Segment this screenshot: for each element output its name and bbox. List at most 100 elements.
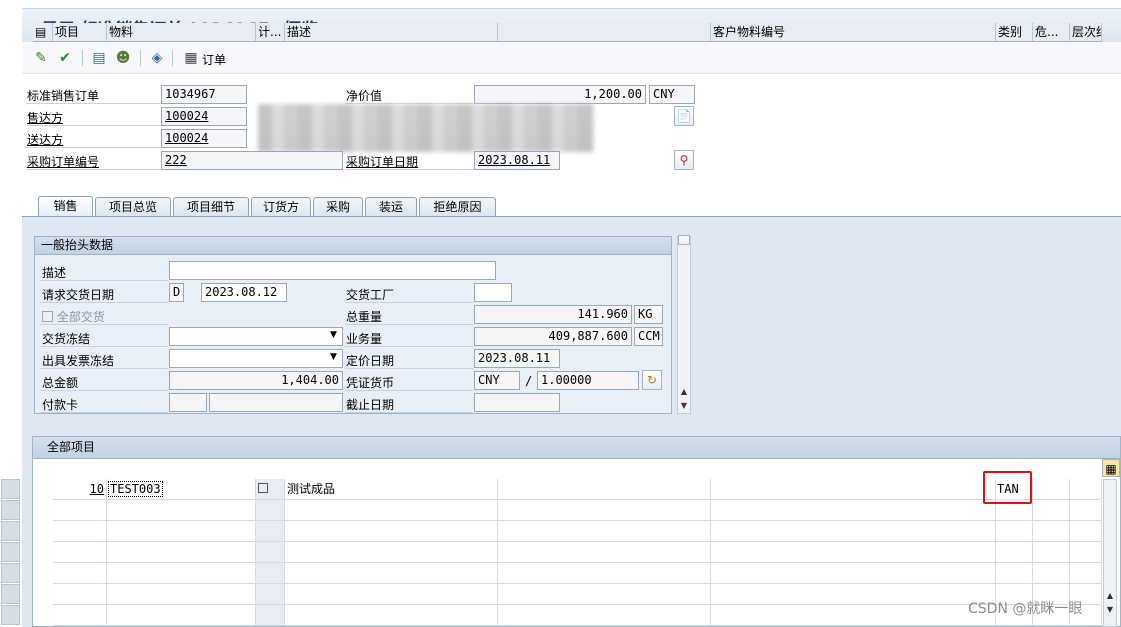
empty-cell[interactable]: [53, 542, 107, 563]
header-icon[interactable]: ▤: [90, 50, 108, 66]
group-settings-button[interactable]: [678, 235, 690, 245]
plan-cell[interactable]: [256, 479, 285, 500]
row-selector[interactable]: [1, 479, 20, 499]
empty-cell[interactable]: [498, 605, 711, 626]
partner-icon[interactable]: ☻: [114, 50, 132, 66]
payment-card-type-field[interactable]: [169, 393, 207, 412]
row-selector[interactable]: [1, 563, 20, 583]
ship-to-label[interactable]: 送达方: [27, 131, 63, 148]
empty-cell[interactable]: [107, 500, 256, 521]
empty-cell[interactable]: [107, 563, 256, 584]
row-selector[interactable]: [1, 584, 20, 604]
check-icon[interactable]: ✔: [56, 50, 74, 66]
full-delivery-checkbox-row[interactable]: 全部交货: [42, 308, 105, 325]
row-selector[interactable]: [1, 605, 20, 625]
empty-cell[interactable]: [53, 521, 107, 542]
column-plan[interactable]: 计...: [256, 23, 285, 42]
delivery-block-select[interactable]: [169, 327, 343, 346]
cutoff-date-field[interactable]: [474, 393, 560, 412]
column-hierarchy[interactable]: 层次结: [1070, 23, 1102, 42]
empty-cell[interactable]: [498, 521, 711, 542]
net-value-field[interactable]: 1,200.00: [474, 85, 646, 104]
empty-cell[interactable]: [53, 584, 107, 605]
description-field[interactable]: [169, 261, 496, 280]
scroll-up-icon[interactable]: ▲: [678, 386, 690, 398]
ship-to-field[interactable]: 100024: [161, 129, 247, 148]
po-number-field[interactable]: 222: [161, 151, 343, 170]
empty-cell[interactable]: [285, 521, 498, 542]
document-flow-icon[interactable]: ◈: [148, 50, 166, 66]
copy-icon[interactable]: [258, 483, 268, 493]
select-all-column[interactable]: ▤: [33, 23, 53, 42]
column-material[interactable]: 物料: [107, 23, 256, 42]
full-delivery-checkbox[interactable]: [42, 311, 53, 322]
column-blank[interactable]: [498, 23, 711, 42]
orders-button-label[interactable]: 订单: [202, 51, 226, 68]
exchange-rate-field[interactable]: 1.00000: [537, 371, 639, 390]
empty-cell[interactable]: [996, 521, 1033, 542]
gross-weight-field[interactable]: 141.960: [474, 305, 632, 324]
empty-cell[interactable]: [285, 584, 498, 605]
scroll-down-icon[interactable]: ▼: [1104, 604, 1116, 616]
tab-sales[interactable]: 销售: [38, 196, 93, 216]
empty-cell[interactable]: [53, 563, 107, 584]
empty-cell[interactable]: [256, 563, 285, 584]
chevron-down-icon[interactable]: ▼: [330, 352, 337, 362]
scroll-down-icon[interactable]: ▼: [678, 400, 690, 412]
empty-cell[interactable]: [256, 542, 285, 563]
material-value[interactable]: TEST003: [108, 481, 163, 497]
order-number-field[interactable]: 1034967: [161, 85, 247, 104]
currency-field[interactable]: CNY: [649, 85, 695, 104]
row-selector[interactable]: [1, 542, 20, 562]
empty-cell[interactable]: [1033, 542, 1070, 563]
empty-cell[interactable]: [285, 500, 498, 521]
hazard-cell[interactable]: [1033, 479, 1070, 500]
empty-cell[interactable]: [107, 542, 256, 563]
tab-item-detail[interactable]: 项目细节: [173, 197, 249, 216]
column-description[interactable]: 描述: [285, 23, 498, 42]
table-settings-icon[interactable]: ▦: [1102, 459, 1120, 477]
empty-cell[interactable]: [711, 542, 996, 563]
empty-cell[interactable]: [256, 584, 285, 605]
tab-procurement[interactable]: 采购: [313, 197, 363, 216]
empty-cell[interactable]: [996, 563, 1033, 584]
weight-unit-field[interactable]: KG: [634, 305, 663, 324]
display-change-icon[interactable]: ✎: [32, 50, 50, 66]
customer-material-cell[interactable]: [711, 479, 996, 500]
empty-cell[interactable]: [1070, 500, 1102, 521]
empty-cell[interactable]: [1033, 563, 1070, 584]
orders-icon[interactable]: ▦: [182, 50, 200, 66]
empty-cell[interactable]: [711, 605, 996, 626]
empty-cell[interactable]: [53, 500, 107, 521]
empty-cell[interactable]: [1070, 521, 1102, 542]
empty-cell[interactable]: [285, 542, 498, 563]
delivery-plant-field[interactable]: [474, 283, 512, 302]
chevron-down-icon[interactable]: ▼: [330, 330, 337, 340]
row-selector[interactable]: [1, 500, 20, 520]
column-hazard[interactable]: 危...: [1033, 23, 1070, 42]
po-date-field[interactable]: 2023.08.11: [474, 151, 560, 170]
volume-field[interactable]: 409,887.600: [474, 327, 632, 346]
row-selector[interactable]: [1, 521, 20, 541]
empty-cell[interactable]: [53, 605, 107, 626]
requested-delivery-date-field[interactable]: 2023.08.12: [201, 283, 287, 302]
document-icon[interactable]: 📄: [674, 106, 694, 126]
column-customer-material[interactable]: 客户物料编号: [711, 23, 996, 42]
pricing-icon[interactable]: ⚲: [674, 150, 694, 170]
po-date-label[interactable]: 采购订单日期: [346, 153, 418, 170]
blank-cell[interactable]: [498, 479, 711, 500]
tab-rejection-reason[interactable]: 拒绝原因: [419, 197, 496, 216]
description-cell[interactable]: 测试成品: [285, 479, 498, 500]
refresh-icon[interactable]: ↻: [642, 370, 662, 390]
po-number-label[interactable]: 采购订单编号: [27, 153, 99, 170]
empty-cell[interactable]: [1033, 500, 1070, 521]
empty-cell[interactable]: [711, 500, 996, 521]
empty-cell[interactable]: [711, 563, 996, 584]
empty-cell[interactable]: [256, 500, 285, 521]
empty-cell[interactable]: [285, 605, 498, 626]
column-category[interactable]: 类别: [996, 23, 1033, 42]
total-amount-field[interactable]: 1,404.00: [169, 371, 343, 390]
payment-card-number-field[interactable]: [209, 393, 343, 412]
date-type-field[interactable]: D: [169, 283, 184, 302]
empty-cell[interactable]: [107, 584, 256, 605]
